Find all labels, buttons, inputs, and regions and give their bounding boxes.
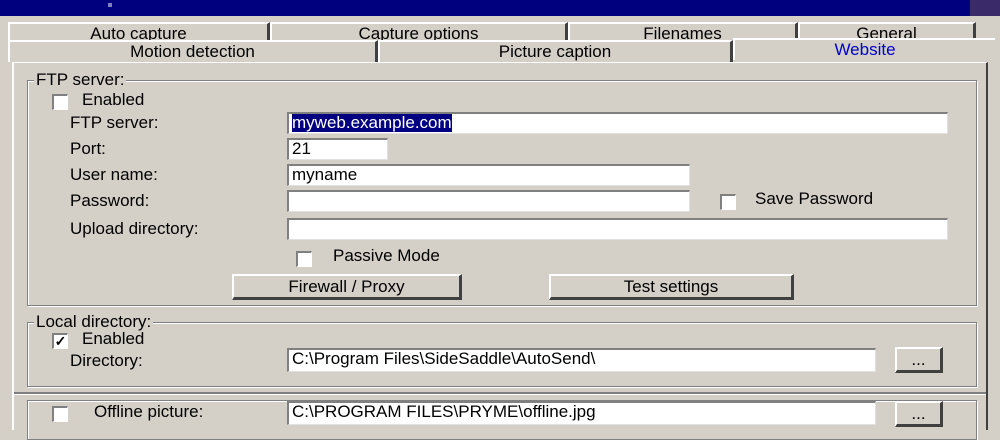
offline-picture-label: Offline picture: [94,402,204,421]
tab-website[interactable]: Website [733,38,995,60]
port-input[interactable]: 21 [287,138,388,160]
directory-browse-button[interactable]: ... [895,347,943,373]
test-settings-button[interactable]: Test settings [549,274,794,300]
save-password-label: Save Password [755,189,874,208]
local-enabled-checkbox[interactable]: ✓ [52,333,68,349]
ftp-group-title: FTP server: [34,70,127,89]
offline-picture-checkbox[interactable] [52,406,68,422]
ftp-enabled-label: Enabled [82,90,145,109]
save-password-checkbox[interactable] [720,194,736,210]
window-titlebar [0,0,1000,16]
passive-mode-label: Passive Mode [333,246,440,265]
user-name-label: User name: [70,165,158,184]
separator [14,392,986,395]
password-label: Password: [70,191,150,210]
directory-label: Directory: [70,351,143,370]
offline-picture-input[interactable]: C:\PROGRAM FILES\PRYME\offline.jpg [287,401,876,425]
ftp-server-value: myweb.example.com [292,113,452,132]
ftp-server-label: FTP server: [70,113,159,132]
titlebar-right-control[interactable] [970,0,1000,16]
tab-picture-caption[interactable]: Picture caption [378,40,733,62]
port-label: Port: [70,139,106,158]
directory-input[interactable]: C:\Program Files\SideSaddle\AutoSend\ [287,348,876,372]
ftp-enabled-checkbox[interactable] [52,94,68,110]
ftp-server-input[interactable]: myweb.example.com [287,112,948,134]
password-input[interactable] [287,190,690,212]
user-name-input[interactable]: myname [287,164,690,186]
local-enabled-label: Enabled [82,329,145,348]
offline-browse-button[interactable]: ... [895,401,943,427]
passive-mode-checkbox[interactable] [296,251,312,267]
tab-motion-detection[interactable]: Motion detection [8,40,378,62]
upload-directory-input[interactable] [287,218,948,240]
titlebar-marker [108,3,112,7]
firewall-proxy-button[interactable]: Firewall / Proxy [232,274,462,300]
upload-directory-label: Upload directory: [70,219,199,238]
